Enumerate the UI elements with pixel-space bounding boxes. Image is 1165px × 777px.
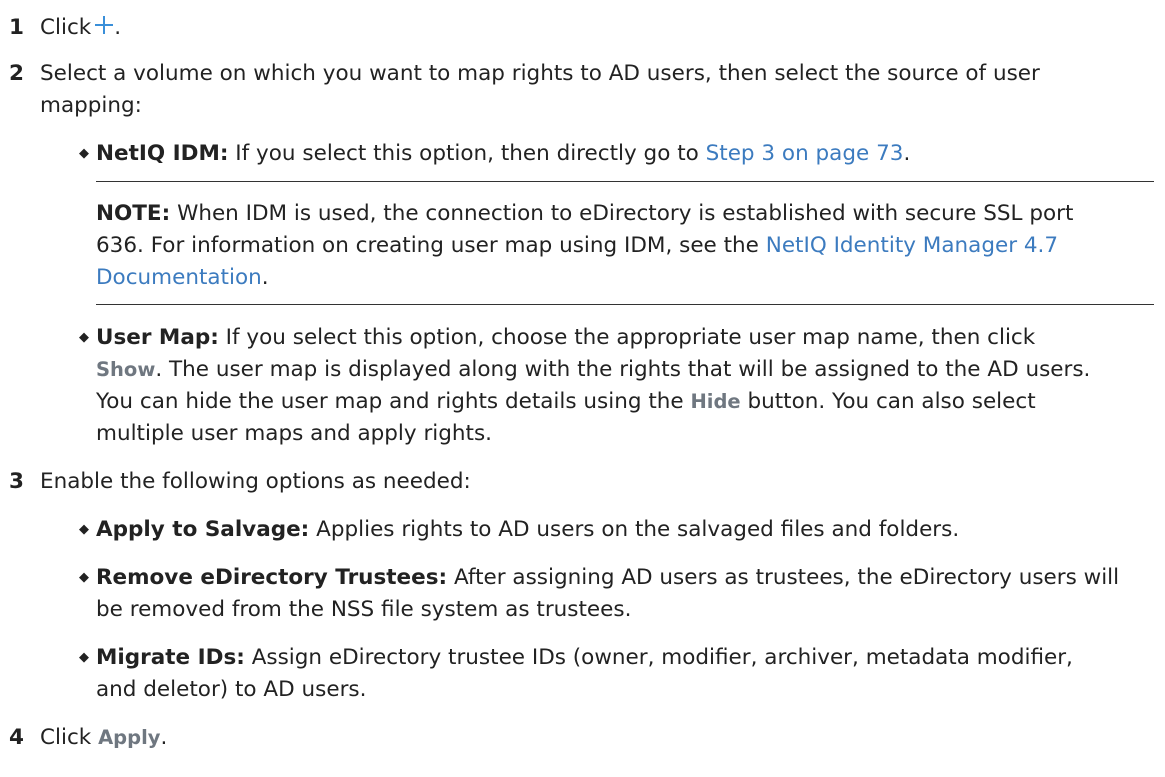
step-1-text: Click.: [40, 15, 122, 40]
note-line-1: NOTE: When IDM is used, the connection t…: [96, 201, 1074, 226]
note-line-2: 636. For information on creating user ma…: [96, 233, 1059, 258]
bullet-icon: ◆: [79, 146, 89, 161]
idm-option: NetIQ IDM: If you select this option, th…: [96, 141, 911, 166]
bullet-icon: ◆: [79, 330, 89, 345]
show-button-label: Show: [96, 358, 156, 381]
usermap-line-4: multiple user maps and apply rights.: [96, 421, 492, 446]
step-3-text: Enable the following options as needed:: [40, 469, 471, 494]
step-number: 1: [9, 15, 24, 40]
note-top-rule: [96, 181, 1154, 182]
note-bottom-rule: [96, 304, 1154, 305]
step-2-line-2: mapping:: [40, 93, 142, 118]
usermap-line-1: User Map: If you select this option, cho…: [96, 325, 1036, 350]
document-page: 1 Click. 2 Select a volume on which you …: [0, 0, 1165, 777]
salvage-option: Apply to Salvage: Applies rights to AD u…: [96, 517, 960, 542]
migrate-ids-line-1: Migrate IDs: Assign eDirectory trustee I…: [96, 645, 1073, 670]
apply-button-label: Apply: [98, 726, 161, 749]
usermap-line-2: Show. The user map is displayed along wi…: [96, 357, 1091, 382]
netiq-doc-link[interactable]: NetIQ Identity Manager 4.7: [766, 233, 1058, 258]
bullet-icon: ◆: [79, 650, 89, 665]
netiq-doc-link-cont[interactable]: Documentation: [96, 265, 262, 290]
step-number: 4: [9, 725, 24, 750]
bullet-icon: ◆: [79, 522, 89, 537]
step-4-text: Click Apply.: [40, 725, 168, 750]
hide-button-label: Hide: [690, 390, 741, 413]
migrate-ids-line-2: and deletor) to AD users.: [96, 677, 367, 702]
step-number: 3: [9, 469, 24, 494]
remove-trustees-line-2: be removed from the NSS file system as t…: [96, 597, 632, 622]
usermap-line-3: You can hide the user map and rights det…: [96, 389, 1036, 414]
step-2-line-1: Select a volume on which you want to map…: [40, 61, 1040, 86]
step-3-link[interactable]: Step 3 on page 73: [706, 141, 904, 166]
step-number: 2: [9, 61, 24, 86]
note-line-3: Documentation.: [96, 265, 269, 290]
plus-icon: [94, 15, 114, 35]
bullet-icon: ◆: [79, 570, 89, 585]
remove-trustees-line-1: Remove eDirectory Trustees: After assign…: [96, 565, 1120, 590]
